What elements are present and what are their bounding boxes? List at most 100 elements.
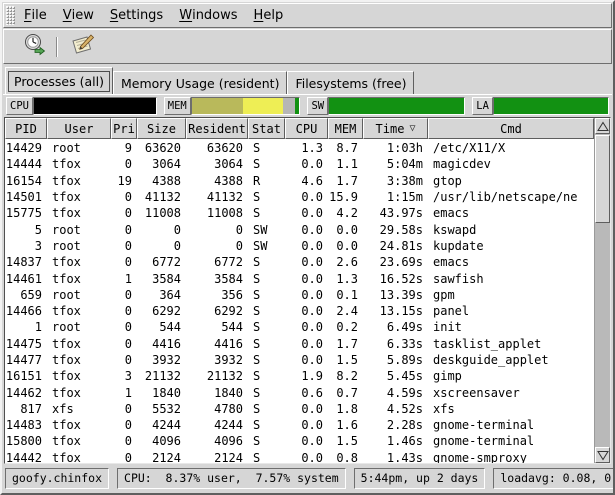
cell-cpu: 0.0 bbox=[285, 255, 328, 269]
cell-pri: 0 bbox=[111, 353, 137, 367]
memo-button[interactable] bbox=[66, 32, 98, 61]
cell-user: tfox bbox=[47, 451, 111, 463]
cell-user: root bbox=[47, 320, 111, 334]
table-body: 14429root96362063620S1.38.71:03h/etc/X11… bbox=[5, 139, 594, 463]
table-row[interactable]: 1root0544544S0.00.26.49sinit bbox=[5, 319, 594, 335]
cell-user: tfox bbox=[47, 206, 111, 220]
table-row[interactable]: 16154tfox1943884388R4.61.73:38mgtop bbox=[5, 173, 594, 189]
cell-resident: 4416 bbox=[186, 337, 248, 351]
cell-size: 0 bbox=[137, 239, 186, 253]
cell-time: 6.49s bbox=[363, 320, 428, 334]
cell-cmd: sawfish bbox=[428, 272, 594, 286]
table-row[interactable]: 14466tfox062926292S0.02.413.15spanel bbox=[5, 303, 594, 319]
table-row[interactable]: 14483tfox042444244S0.01.62.28sgnome-term… bbox=[5, 417, 594, 433]
cell-resident: 4244 bbox=[186, 418, 248, 432]
table-row[interactable]: 14477tfox039323932S0.01.55.89sdeskguide_… bbox=[5, 352, 594, 368]
table-row[interactable]: 659root0364356S0.00.113.39sgpm bbox=[5, 287, 594, 303]
hostname-panel: goofy.chinfox bbox=[5, 468, 109, 489]
scrollbar-trough[interactable] bbox=[595, 134, 610, 447]
cell-pid: 16151 bbox=[5, 369, 47, 383]
menu-help[interactable]: Help bbox=[246, 4, 292, 27]
mem-segment-3 bbox=[295, 98, 299, 114]
column-header-cmd[interactable]: Cmd bbox=[428, 118, 594, 139]
cell-size: 3064 bbox=[137, 157, 186, 171]
table-row[interactable]: 14475tfox044164416S0.01.76.33stasklist_a… bbox=[5, 336, 594, 352]
cell-resident: 3932 bbox=[186, 353, 248, 367]
vertical-scrollbar[interactable] bbox=[594, 118, 610, 463]
column-header-mem[interactable]: MEM bbox=[328, 118, 363, 139]
column-header-stat[interactable]: Stat bbox=[248, 118, 285, 139]
column-header-pri[interactable]: Pri bbox=[111, 118, 137, 139]
clock-run-icon bbox=[23, 33, 47, 61]
cell-size: 2124 bbox=[137, 451, 186, 463]
cell-size: 5532 bbox=[137, 402, 186, 416]
cpu-meter-bar bbox=[33, 97, 157, 115]
menubar-drag-handle[interactable] bbox=[6, 6, 15, 25]
table-row[interactable]: 14442tfox021242124S0.00.81.43sgnome-smpr… bbox=[5, 450, 594, 463]
sw-meter: SW bbox=[307, 97, 465, 115]
cell-cmd: gpm bbox=[428, 288, 594, 302]
cell-cpu: 0.0 bbox=[285, 320, 328, 334]
cell-cmd: gnome-terminal bbox=[428, 418, 594, 432]
table-row[interactable]: 5root000SW0.00.029.58skswapd bbox=[5, 221, 594, 237]
table-row[interactable]: 14462tfox118401840S0.60.74.59sxscreensav… bbox=[5, 384, 594, 400]
cell-stat: S bbox=[248, 451, 285, 463]
mem-meter-label[interactable]: MEM bbox=[164, 97, 191, 115]
cell-mem: 0.8 bbox=[328, 451, 363, 463]
cell-size: 3584 bbox=[137, 272, 186, 286]
tab-filesystems[interactable]: Filesystems (free) bbox=[287, 71, 414, 94]
tab-memory-usage[interactable]: Memory Usage (resident) bbox=[113, 71, 287, 94]
column-header-time[interactable]: Time▽ bbox=[363, 118, 428, 139]
sw-meter-label[interactable]: SW bbox=[307, 97, 328, 115]
cell-cmd: gnome-smproxy bbox=[428, 451, 594, 463]
table-row[interactable]: 817xfs055324780S0.01.84.52sxfs bbox=[5, 401, 594, 417]
cell-resident: 4388 bbox=[186, 174, 248, 188]
table-row[interactable]: 3root000SW0.00.024.81skupdate bbox=[5, 238, 594, 254]
scroll-up-button[interactable] bbox=[595, 118, 610, 134]
cell-stat: S bbox=[248, 337, 285, 351]
cell-resident: 21132 bbox=[186, 369, 248, 383]
cell-cpu: 0.0 bbox=[285, 272, 328, 286]
table-row[interactable]: 15800tfox040964096S0.01.51.46sgnome-term… bbox=[5, 433, 594, 449]
menu-view[interactable]: View bbox=[55, 4, 102, 27]
menu-file[interactable]: File bbox=[16, 4, 55, 27]
table-row[interactable]: 14501tfox04113241132S0.015.91:15m/usr/li… bbox=[5, 189, 594, 205]
table-row[interactable]: 14461tfox135843584S0.01.316.52ssawfish bbox=[5, 270, 594, 286]
table-row[interactable]: 14444tfox030643064S0.01.15:04mmagicdev bbox=[5, 156, 594, 172]
scroll-down-button[interactable] bbox=[595, 447, 610, 463]
tab-processes-label: Processes (all) bbox=[8, 71, 110, 92]
column-header-pid[interactable]: PID bbox=[5, 118, 47, 139]
cell-pri: 0 bbox=[111, 402, 137, 416]
cell-cmd: /etc/X11/X bbox=[428, 141, 594, 155]
table-row[interactable]: 14837tfox067726772S0.02.623.69semacs bbox=[5, 254, 594, 270]
la-meter-label[interactable]: LA bbox=[472, 97, 493, 115]
column-header-user[interactable]: User bbox=[47, 118, 111, 139]
cell-pri: 0 bbox=[111, 157, 137, 171]
cell-pid: 14429 bbox=[5, 141, 47, 155]
table-row[interactable]: 14429root96362063620S1.38.71:03h/etc/X11… bbox=[5, 140, 594, 156]
cell-cpu: 0.0 bbox=[285, 418, 328, 432]
table-row[interactable]: 16151tfox32113221132S1.98.25.45sgimp bbox=[5, 368, 594, 384]
cpu-meter: CPU bbox=[6, 97, 157, 115]
scrollbar-thumb[interactable] bbox=[595, 135, 610, 223]
cell-stat: S bbox=[248, 386, 285, 400]
cell-user: xfs bbox=[47, 402, 111, 416]
cell-stat: S bbox=[248, 288, 285, 302]
cell-mem: 15.9 bbox=[328, 190, 363, 204]
sort-descending-icon: ▽ bbox=[409, 123, 415, 134]
column-header-resident[interactable]: Resident bbox=[186, 118, 248, 139]
cell-pri: 0 bbox=[111, 239, 137, 253]
menu-settings[interactable]: Settings bbox=[102, 4, 171, 27]
tab-processes[interactable]: Processes (all) bbox=[5, 67, 113, 94]
cell-cpu: 0.0 bbox=[285, 353, 328, 367]
cpu-meter-label[interactable]: CPU bbox=[6, 97, 33, 115]
column-header-size[interactable]: Size bbox=[137, 118, 186, 139]
timer-button[interactable] bbox=[19, 32, 51, 61]
column-header-cpu[interactable]: CPU bbox=[285, 118, 328, 139]
table-row[interactable]: 15775tfox01100811008S0.04.243.97semacs bbox=[5, 205, 594, 221]
column-header-label: MEM bbox=[335, 122, 357, 136]
menu-windows[interactable]: Windows bbox=[171, 4, 245, 27]
la-segment-0 bbox=[494, 98, 608, 114]
cell-mem: 2.4 bbox=[328, 304, 363, 318]
cell-cmd: init bbox=[428, 320, 594, 334]
